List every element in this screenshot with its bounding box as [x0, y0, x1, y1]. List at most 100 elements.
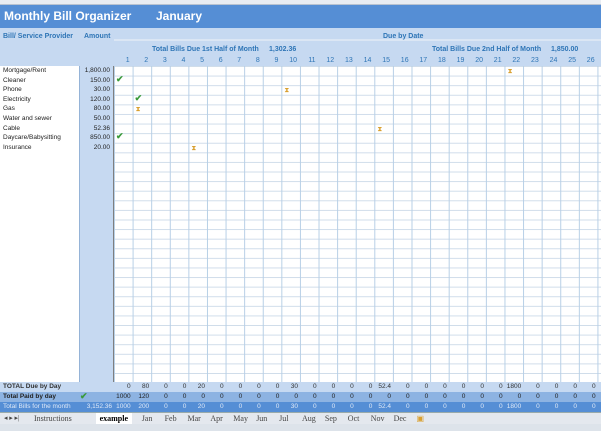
sheet-tab-feb[interactable]: Feb — [165, 413, 177, 424]
day-number: 4 — [181, 57, 186, 64]
total-cell: 0 — [461, 403, 466, 410]
day-number: 24 — [549, 57, 558, 64]
sheet-tab-example[interactable]: example — [95, 413, 133, 424]
total-cell: 0 — [257, 403, 261, 410]
total-cell: 0 — [275, 393, 280, 400]
total-cell: 0 — [368, 403, 373, 410]
due-marker-icon: ⧗ — [284, 87, 290, 95]
total-cell: 0 — [424, 383, 429, 390]
bill-name[interactable]: Cleaner — [3, 76, 26, 86]
bill-amount[interactable]: 30.00 — [94, 85, 110, 95]
total-cell: 0 — [573, 403, 577, 410]
bill-name[interactable]: Water and sewer — [3, 114, 52, 124]
paid-check-icon: ✔ — [134, 92, 143, 103]
bill-amount[interactable]: 150.00 — [90, 76, 110, 86]
bill-name[interactable]: Phone — [3, 85, 22, 95]
total-cell: 0 — [424, 403, 429, 410]
total-cell: 0 — [554, 403, 559, 410]
total-cell: 0 — [350, 393, 354, 400]
bill-amount[interactable]: 50.00 — [94, 114, 110, 124]
sheet-tab-oct[interactable]: Oct — [348, 413, 360, 424]
day-number: 7 — [237, 57, 242, 64]
day-number: 10 — [289, 57, 297, 64]
sheet-tab-aug[interactable]: Aug — [302, 413, 316, 424]
day-number: 3 — [162, 57, 167, 64]
day-number: 22 — [512, 57, 521, 64]
day-number: 8 — [255, 57, 260, 64]
bill-name[interactable]: Gas — [3, 104, 15, 114]
bill-amount[interactable]: 20.00 — [94, 143, 110, 153]
header-divider — [114, 28, 601, 41]
total-cell: 0 — [498, 383, 503, 390]
total-cell: 0 — [480, 403, 484, 410]
total-cell: 0 — [536, 403, 540, 410]
total-cell: 0 — [331, 393, 336, 400]
bill-amount[interactable]: 52.36 — [94, 124, 110, 134]
total-cell: 0 — [275, 403, 280, 410]
total-cell: 0 — [498, 403, 503, 410]
day-number: 20 — [475, 57, 483, 64]
day-number: 5 — [200, 57, 204, 64]
sheet-tab-dec[interactable]: Dec — [394, 413, 407, 424]
bill-amount[interactable]: 120.00 — [90, 95, 110, 105]
total-cell: 0 — [554, 383, 559, 390]
due-marker-icon: ⧗ — [507, 68, 513, 75]
total-cell: 0 — [573, 383, 577, 390]
total-cell: 0 — [182, 393, 187, 400]
total-cell: 0 — [387, 393, 391, 400]
total-cell: 0 — [164, 403, 168, 410]
sheet-tab-apr[interactable]: Apr — [210, 413, 222, 424]
total-cell: 0 — [498, 393, 503, 400]
bill-name[interactable]: Electricity — [3, 95, 31, 105]
total-cell: 0 — [424, 393, 429, 400]
sheet-tab-jan[interactable]: Jan — [142, 413, 153, 424]
due-marker-icon: ⧗ — [191, 144, 197, 152]
total-cell: 0 — [573, 393, 577, 400]
due-date-grid[interactable]: ⧗ ✔ ⧗ ✔ ⧗ ⧗ ✔ ⧗ — [114, 66, 601, 382]
sheet-tab-sep[interactable]: Sep — [325, 413, 337, 424]
due-by-date-header: Due by Date — [383, 33, 424, 40]
sheet-tab-nov[interactable]: Nov — [371, 413, 385, 424]
total-cell: 0 — [294, 393, 298, 400]
sheet-tab-mar[interactable]: Mar — [188, 413, 201, 424]
total-cell: 0 — [517, 393, 522, 400]
sheet-tab-jun[interactable]: Jun — [256, 413, 267, 424]
provider-header: Bill/ Service Provider — [3, 33, 74, 40]
total-cell: 0 — [536, 393, 540, 400]
day-number: 13 — [344, 57, 353, 64]
bill-name[interactable]: Cable — [3, 124, 20, 134]
sheet-tab-may[interactable]: May — [233, 413, 248, 424]
amount-header: Amount — [84, 33, 111, 40]
total-cell: 0 — [219, 383, 224, 390]
total-cell: 0 — [350, 383, 354, 390]
total-month-row: Total Bills for the month 3,152.36 1000 200… — [0, 402, 601, 412]
total-cell: 52.4 — [378, 383, 391, 390]
second-half-value: 1,850.00 — [551, 46, 579, 53]
bill-name[interactable]: Daycare/Babysitting — [3, 133, 61, 143]
bill-name[interactable]: Insurance — [3, 143, 32, 153]
total-cell: 0 — [312, 383, 317, 390]
total-cell: 30 — [290, 383, 298, 390]
due-marker-icon: ⧗ — [135, 106, 141, 114]
day-number: 15 — [382, 57, 390, 64]
bill-amount[interactable]: 850.00 — [90, 133, 110, 143]
day-number: 6 — [218, 57, 223, 64]
total-cell: 0 — [405, 403, 410, 410]
day-number: 14 — [363, 57, 372, 64]
sheet-tab-instructions[interactable]: Instructions — [34, 413, 72, 424]
month-title: January — [156, 9, 203, 23]
total-paid-row: Total Paid by day ✔ 1000 120 0 0 0 0 0 0 0 0 0 0 0 0 0 0 0… — [0, 392, 601, 402]
tab-nav-icons[interactable]: ◂ ▸ ▸| — [4, 413, 19, 424]
bill-name[interactable]: Mortgage/Rent — [3, 66, 46, 76]
header-area: Bill/ Service Provider Amount Due by Dat… — [0, 28, 601, 66]
total-cell: 0 — [480, 383, 484, 390]
bill-amount[interactable]: 1,800.00 — [85, 66, 110, 76]
total-cell: 0 — [219, 393, 224, 400]
bill-amount[interactable]: 80.00 — [94, 104, 110, 114]
sheet-tab-jul[interactable]: Jul — [279, 413, 288, 424]
total-cell: 0 — [219, 403, 224, 410]
total-cell: 0 — [312, 403, 317, 410]
first-half-value: 1,302.36 — [269, 46, 297, 53]
total-cell: 0 — [182, 383, 187, 390]
insert-sheet-icon[interactable]: ▣ — [417, 413, 425, 424]
